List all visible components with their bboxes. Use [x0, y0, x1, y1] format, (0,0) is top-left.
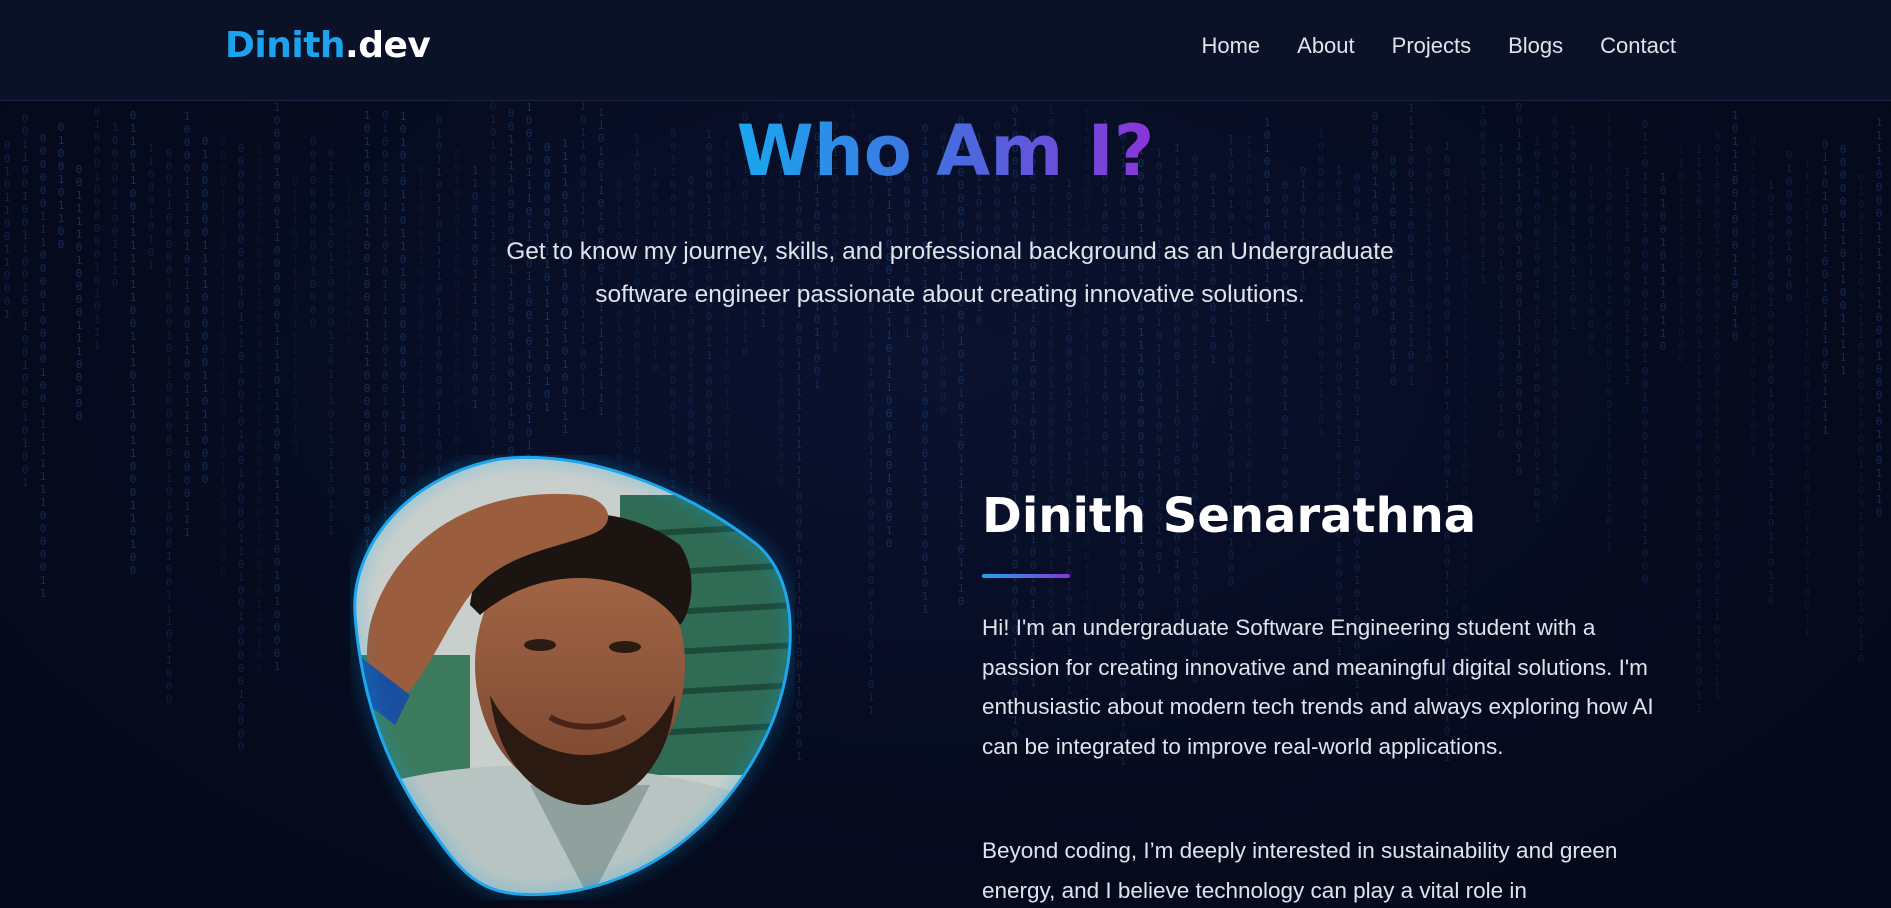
matrix-column: 0 1 1 1 0 0 1 1 1 1 0 1 1 1 1 1 1 0 1 1 …: [291, 175, 299, 461]
profile-name: Dinith Senarathna: [982, 488, 1477, 544]
bio-paragraph-2: Beyond coding, I’m deeply interested in …: [982, 838, 1618, 903]
logo-brand: Dinith: [225, 25, 346, 66]
section-title-text: Who Am I?: [736, 110, 1155, 192]
matrix-column: 0 1 0 1 0 0 1 1 1 0 1 1 1 1 1 1 0 0 0 0 …: [921, 122, 929, 616]
matrix-column: 1 0 1 0 0 1 0 1 1 1 0 1 1 0: [1659, 171, 1667, 353]
nav-link-home[interactable]: Home: [1201, 33, 1260, 59]
matrix-column: 1 0 1 0 0 1 0 0 0 1 0 0 0 1 0 0 1 0 0 1 …: [1767, 179, 1775, 608]
nav-link-contact[interactable]: Contact: [1600, 33, 1676, 59]
matrix-column: 0 0 1 1 1 1 0 1 0 0 0 0 1 1 1 0 0 0 0 0: [75, 163, 83, 423]
nav-link-projects[interactable]: Projects: [1392, 33, 1471, 59]
bio-paragraph-1: Hi! I'm an undergraduate Software Engine…: [982, 615, 1654, 759]
matrix-column: 1 1 0 0 1 1 0 0 1 1 1 0 1 0 1 0 0 0 1: [471, 164, 479, 411]
matrix-column: 1 0 1 1 1 0 0 0 0 1 0 1 1 1 0 1 1 1 0 0 …: [885, 160, 893, 550]
matrix-column: 0 1 0 0 1 1 1 1 0 0 1 1 1 0 0 0 0 0 1 0 …: [1857, 172, 1865, 666]
matrix-column: 1 1 1 0 0 1 0 1 1 0 0 1 0: [345, 178, 353, 347]
section-subtitle: Get to know my journey, skills, and prof…: [506, 238, 1394, 308]
matrix-column: 0 0 0 0 0 0 1 1 1 0 0 0 0 1 0 0 0 0 1 0 …: [39, 132, 47, 600]
matrix-column: 0 0 0 0 0 0 0 0 0 0 0 1 0 1 1 1 0 1 0 0 …: [237, 142, 245, 753]
matrix-column: 0 0 0 1 1 0 1 1 1 1 0 1 1 0 1 1 0 0 1 0 …: [867, 132, 875, 717]
matrix-column: 1 1 1 1 0 1 1 1 0 1 0 0 0 0 0 1 1 1 1 1 …: [1695, 143, 1703, 715]
matrix-column: 1 1 1 0 0 0 1 0 0 0 1 0 0 0 0 0 0 1 1 1 …: [1173, 142, 1181, 636]
main-nav: Home About Projects Blogs Contact: [1201, 33, 1676, 59]
page: 0 0 1 0 1 1 0 0 1 1 0 0 0 1 0 0 1 1 0 0 …: [0, 0, 1891, 908]
name-underline: [982, 574, 1070, 578]
profile-photo: [350, 455, 795, 900]
matrix-column: 0 1 1 1 0 1 1 0 1 1 0 0 0 0 1 1 0 1 1 1 …: [327, 147, 335, 537]
matrix-column: 1 1 0 0 0 1 0 1 1 1 0 1 1 1 0 1 1 1 0 0 …: [1137, 131, 1145, 625]
matrix-column: 0 1 0 0 0 1 1 1 0 1 0 1 1 1 1 0 0 1 0 0 …: [1029, 130, 1037, 689]
section-title: Who Am I?: [0, 108, 1891, 194]
matrix-column: 1 1 1 1 1 1 0 0 0 0 0 1 1 1 1 1 1: [1623, 166, 1631, 387]
matrix-rain-background: 0 0 1 0 1 1 0 0 1 1 0 0 0 1 0 0 1 1 0 0 …: [0, 100, 1891, 908]
matrix-column: 0 0 1 1 0 0 0 0 1 1 0 0 0 0 0 1 0 0 0 1 …: [1713, 129, 1721, 701]
navbar: Dinith.dev Home About Projects Blogs Con…: [0, 0, 1891, 101]
logo-tld: .dev: [345, 25, 431, 66]
nav-link-about[interactable]: About: [1297, 33, 1355, 59]
matrix-column: 0 0 0 1 1 0 0 0 0 0 1 0 0 0 1 0 1 1 0 0 …: [165, 147, 173, 706]
matrix-column: 1 1 1 0 1 1 1 1 1 1 1 0 1 1 1 0 0 0 1 0 …: [1803, 157, 1811, 638]
nav-link-blogs[interactable]: Blogs: [1508, 33, 1563, 59]
matrix-column: 0 1 1 0 1 1 1 0 0 0 1 1 1 0 0 1 0 1 1 1 …: [255, 143, 263, 676]
matrix-column: 0 0 0 0 1 1 1 0 0 1 1 1 1 1 1 0 0 1 0 1 …: [219, 136, 227, 578]
site-logo[interactable]: Dinith.dev: [225, 25, 431, 66]
